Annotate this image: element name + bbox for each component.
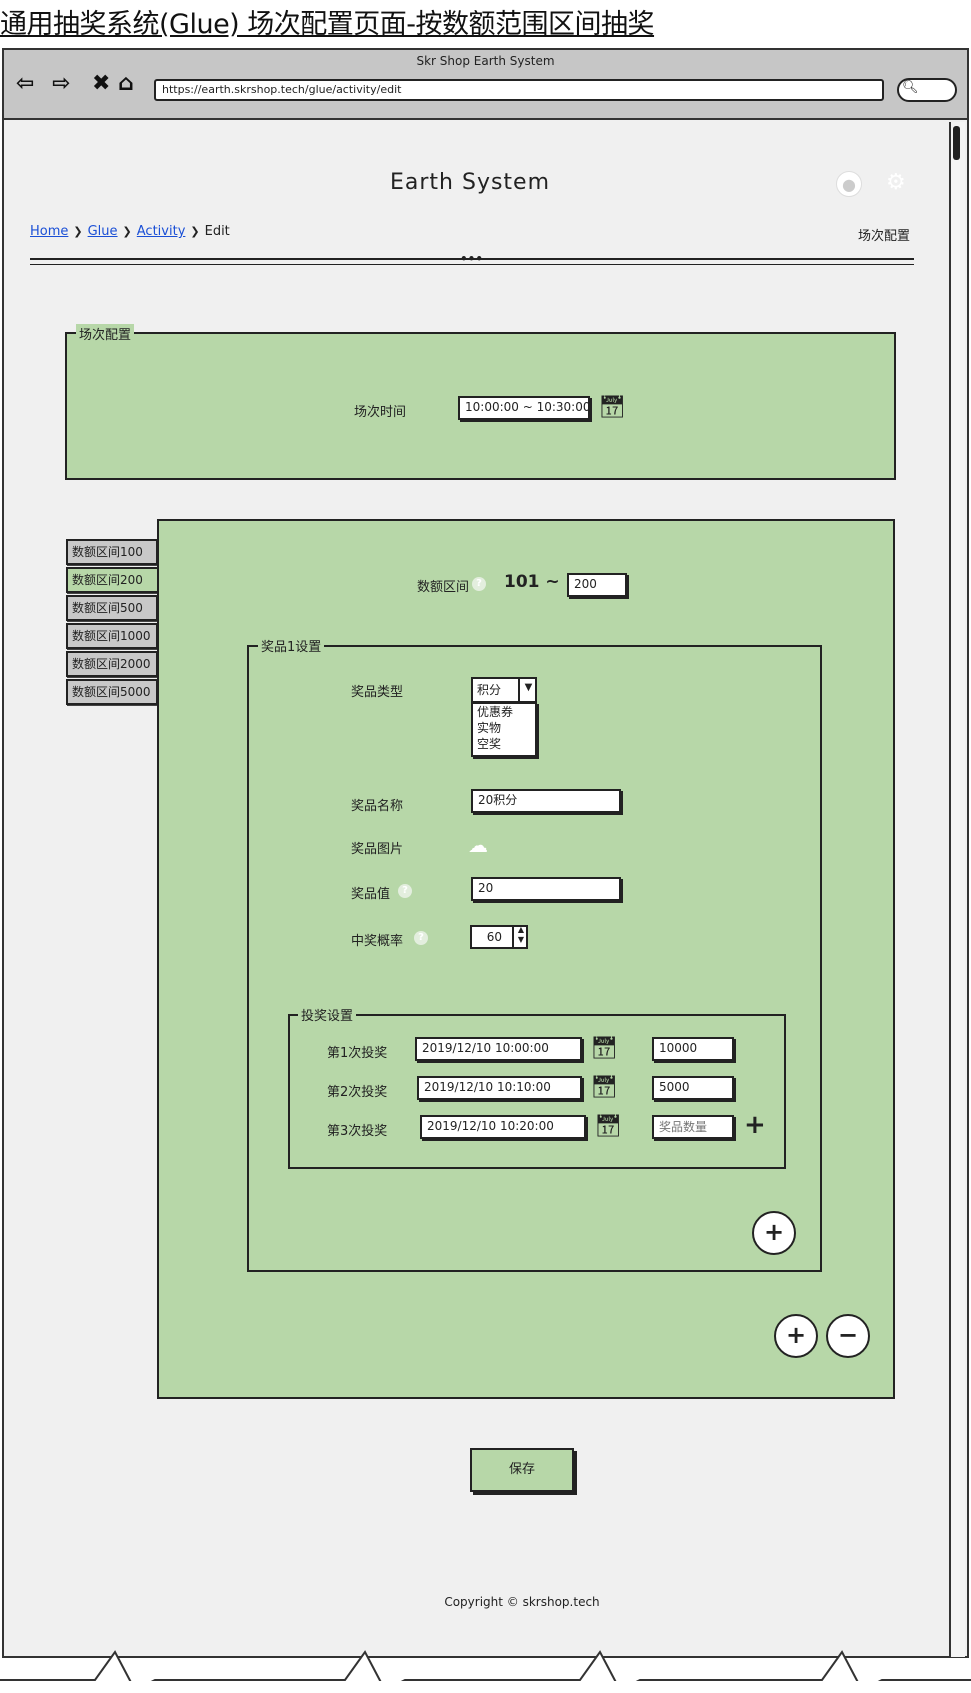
draw-qty-input[interactable]: 5000 — [652, 1076, 734, 1100]
help-icon[interactable]: ? — [472, 577, 486, 591]
user-icon[interactable]: ● — [836, 171, 862, 197]
breadcrumb: Home ❯ Glue ❯ Activity ❯ Edit — [30, 224, 230, 239]
range-tab-200[interactable]: 数额区间200 — [66, 567, 158, 593]
draw-row-label: 第2次投奖 — [327, 1085, 388, 1100]
help-icon[interactable]: ? — [414, 931, 428, 945]
save-button[interactable]: 保存 — [470, 1448, 574, 1492]
chevron-right-icon: ❯ — [122, 225, 132, 238]
draw-time-input[interactable]: 2019/12/10 10:00:00 — [415, 1037, 582, 1061]
chevron-right-icon: ❯ — [73, 225, 83, 238]
window-title: Skr Shop Earth System — [416, 54, 555, 68]
chevron-down-icon[interactable]: ▼ — [518, 677, 537, 703]
prize-legend: 奖品1设置 — [258, 636, 325, 655]
draw-row-label: 第3次投奖 — [327, 1124, 388, 1139]
prize-value-input[interactable]: 20 — [471, 877, 621, 901]
close-icon[interactable]: ✖ — [92, 72, 110, 96]
forward-icon[interactable]: ⇨ — [52, 72, 70, 96]
chevron-right-icon: ❯ — [190, 225, 200, 238]
calendar-icon[interactable]: 📅︎ — [590, 1077, 618, 1099]
prize-name-label: 奖品名称 — [351, 799, 404, 814]
breadcrumb-current: Edit — [204, 224, 230, 239]
range-tab-100[interactable]: 数额区间100 — [66, 539, 158, 565]
prize-value-label: 奖品值 — [351, 887, 391, 902]
calendar-icon[interactable]: 📅︎ — [598, 397, 626, 419]
session-legend: 场次配置 — [76, 324, 135, 343]
breadcrumb-home[interactable]: Home — [30, 224, 68, 239]
calendar-icon[interactable]: 📅︎ — [594, 1116, 622, 1138]
minus-icon: − — [837, 1321, 859, 1349]
draw-time-input[interactable]: 2019/12/10 10:10:00 — [417, 1076, 582, 1100]
drag-handle[interactable]: ••• — [460, 252, 483, 266]
range-tab-500[interactable]: 数额区间500 — [66, 595, 158, 621]
app-title: Earth System — [389, 170, 551, 195]
copyright: Copyright © skrshop.tech — [444, 1595, 600, 1609]
stepper-arrows-icon[interactable]: ▲ ▼ — [512, 925, 528, 949]
search-icon[interactable]: 🔍︎ — [902, 80, 919, 95]
gear-icon[interactable]: ⚙ — [886, 170, 906, 195]
draw-qty-input[interactable]: 10000 — [652, 1037, 734, 1061]
torn-page-edge — [0, 1650, 971, 1693]
prize-image-label: 奖品图片 — [351, 842, 404, 857]
plus-icon: + — [785, 1321, 807, 1349]
range-from: 101 ~ — [504, 572, 560, 592]
back-icon[interactable]: ⇦ — [16, 72, 34, 96]
session-time-label: 场次时间 — [354, 405, 407, 420]
breadcrumb-activity[interactable]: Activity — [137, 224, 186, 239]
prize-type-option[interactable]: 空奖 — [477, 736, 535, 752]
draw-legend: 投奖设置 — [298, 1005, 357, 1024]
prize-type-label: 奖品类型 — [351, 685, 404, 700]
scrollbar-thumb[interactable] — [953, 126, 960, 160]
draw-row-label: 第1次投奖 — [327, 1046, 388, 1061]
add-range-button[interactable]: + — [774, 1314, 818, 1358]
range-tab-5000[interactable]: 数额区间5000 — [66, 679, 158, 705]
help-icon[interactable]: ? — [398, 884, 412, 898]
prize-type-options: 优惠券 实物 空奖 — [471, 702, 537, 757]
add-prize-button[interactable]: + — [752, 1211, 796, 1255]
range-tab-1000[interactable]: 数额区间1000 — [66, 623, 158, 649]
prize-type-option[interactable]: 实物 — [477, 720, 535, 736]
range-to-input[interactable]: 200 — [567, 573, 627, 597]
plus-icon: + — [763, 1218, 785, 1246]
prize-type-option[interactable]: 优惠券 — [477, 704, 535, 720]
upload-icon[interactable]: ☁ — [468, 833, 488, 857]
url-bar[interactable]: https://earth.skrshop.tech/glue/activity… — [154, 79, 884, 101]
calendar-icon[interactable]: 📅︎ — [590, 1038, 618, 1060]
page-label: 场次配置 — [858, 229, 911, 244]
document-title: 通用抽奖系统(Glue) 场次配置页面-按数额范围区间抽奖 — [0, 9, 655, 40]
draw-qty-input[interactable] — [652, 1115, 734, 1139]
prize-probability-label: 中奖概率 — [351, 934, 404, 949]
range-tab-2000[interactable]: 数额区间2000 — [66, 651, 158, 677]
range-label: 数额区间 — [417, 580, 470, 595]
session-time-input[interactable]: 10:00:00 ~ 10:30:00 — [458, 396, 590, 420]
breadcrumb-glue[interactable]: Glue — [88, 224, 118, 239]
home-icon[interactable]: ⌂ — [118, 72, 134, 96]
draw-time-input[interactable]: 2019/12/10 10:20:00 — [420, 1115, 586, 1139]
remove-range-button[interactable]: − — [826, 1314, 870, 1358]
plus-icon[interactable]: + — [744, 1110, 766, 1140]
scrollbar[interactable] — [949, 122, 965, 1657]
prize-name-input[interactable]: 20积分 — [471, 789, 621, 813]
